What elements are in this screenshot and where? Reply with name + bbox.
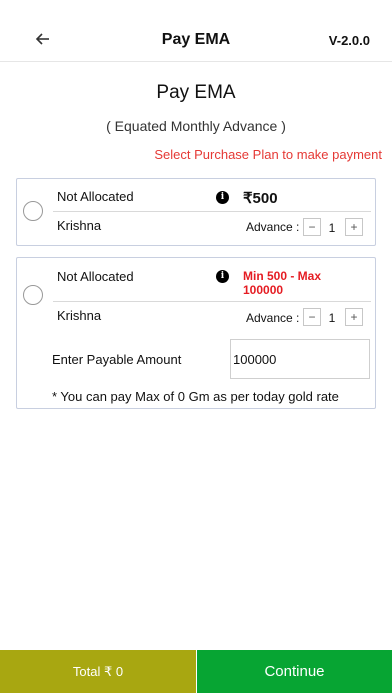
plan-amount: ₹500 — [243, 190, 278, 207]
plan-name: Krishna — [57, 218, 102, 233]
plan-status: Not Allocated — [57, 189, 134, 204]
plan-radio[interactable] — [23, 201, 43, 221]
page-subtitle: ( Equated Monthly Advance ) — [106, 118, 286, 134]
advance-value: 1 — [328, 311, 336, 325]
row-divider — [53, 211, 371, 212]
decrement-button[interactable]: − — [303, 218, 321, 236]
payable-amount-label: Enter Payable Amount — [52, 352, 182, 367]
plan-radio[interactable] — [23, 285, 43, 305]
plan-card[interactable]: Not Allocated i ₹500 Krishna Advance : −… — [16, 178, 376, 246]
plan-name: Krishna — [57, 308, 102, 323]
advance-label: Advance : — [246, 220, 300, 234]
page-title: Pay EMA — [156, 82, 236, 103]
max-gold-note: * You can pay Max of 0 Gm as per today g… — [52, 389, 339, 404]
app-header: Pay EMA V-2.0.0 — [0, 0, 392, 62]
version-label: V-2.0.0 — [328, 33, 370, 48]
total-amount: Total ₹ 0 — [0, 650, 196, 693]
payment-range: Min 500 - Max 100000 — [243, 269, 322, 297]
payable-amount-input[interactable] — [230, 339, 370, 379]
increment-button[interactable]: + — [345, 308, 363, 326]
continue-button[interactable]: Continue — [197, 650, 392, 693]
select-plan-hint: Select Purchase Plan to make payment — [154, 147, 382, 162]
info-icon[interactable]: i — [216, 191, 229, 204]
plan-status: Not Allocated — [57, 269, 134, 284]
increment-button[interactable]: + — [345, 218, 363, 236]
footer-bar: Total ₹ 0 Continue — [0, 650, 392, 693]
advance-label: Advance : — [246, 311, 300, 325]
row-divider — [53, 301, 371, 302]
decrement-button[interactable]: − — [303, 308, 321, 326]
plan-card[interactable]: Not Allocated i Min 500 - Max 100000 Kri… — [16, 257, 376, 409]
info-icon[interactable]: i — [216, 270, 229, 283]
advance-value: 1 — [328, 221, 336, 235]
